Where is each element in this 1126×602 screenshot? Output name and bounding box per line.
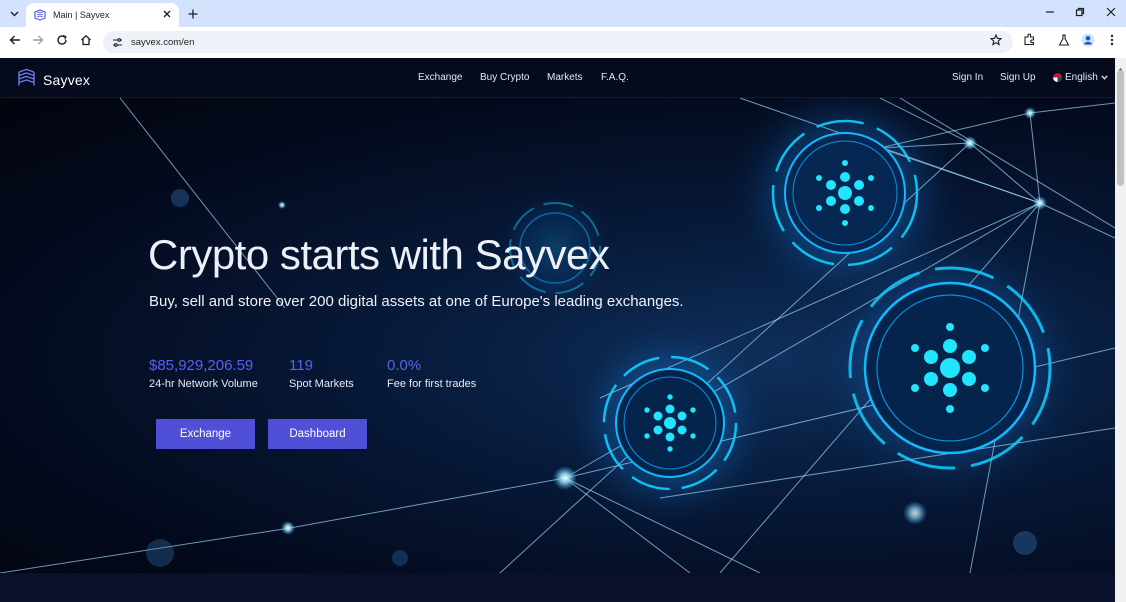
next-section-strip	[0, 573, 1115, 602]
hero-title: Crypto starts with Sayvex	[148, 231, 610, 278]
stat-label: 24-hr Network Volume	[149, 378, 258, 390]
reload-button[interactable]	[54, 34, 70, 50]
stat-value: $85,929,206.59	[149, 357, 254, 374]
new-tab-button[interactable]	[185, 6, 201, 22]
stat-fee: 0.0% Fee for first trades	[387, 357, 476, 390]
sign-in-link[interactable]: Sign In	[952, 72, 983, 83]
site-info-icon[interactable]	[110, 35, 124, 49]
exchange-button[interactable]: Exchange	[156, 419, 255, 449]
nav-buy-crypto[interactable]: Buy Crypto	[480, 72, 529, 83]
kebab-menu-icon	[1110, 33, 1114, 51]
nav-markets[interactable]: Markets	[547, 72, 583, 83]
browser-toolbar: sayvex.com/en	[0, 27, 1126, 58]
hero-network-illustration	[0, 98, 1115, 573]
stat-network-volume: $85,929,206.59 24-hr Network Volume	[149, 357, 258, 390]
minimize-button[interactable]	[1042, 5, 1058, 21]
stat-spot-markets: 119 Spot Markets	[289, 357, 354, 390]
language-label: English	[1065, 72, 1098, 83]
brand-name: Sayvex	[43, 72, 91, 88]
stat-label: Spot Markets	[289, 378, 354, 390]
close-icon	[163, 9, 171, 21]
forward-icon	[32, 33, 44, 51]
site-header: Sayvex Exchange Buy Crypto Markets F.A.Q…	[0, 58, 1115, 98]
browser-menu-button[interactable]	[1104, 34, 1120, 50]
close-window-button[interactable]	[1103, 5, 1119, 21]
labs-icon	[1058, 33, 1070, 51]
main-nav: Buy Crypto	[480, 72, 529, 83]
hero-section: Crypto starts with Sayvex Buy, sell and …	[0, 98, 1115, 573]
home-icon	[80, 33, 92, 51]
sayvex-logo-icon	[17, 68, 36, 92]
main-nav: F.A.Q.	[601, 72, 629, 83]
dashboard-button[interactable]: Dashboard	[268, 419, 367, 449]
back-icon	[9, 33, 21, 51]
main-nav: Exchange	[418, 72, 462, 83]
plus-icon	[188, 6, 198, 23]
close-tab-button[interactable]	[160, 8, 174, 22]
reload-icon	[56, 33, 68, 51]
nav-exchange[interactable]: Exchange	[418, 72, 462, 83]
chevron-down-icon	[1101, 73, 1108, 82]
brand-logo-link[interactable]: Sayvex	[17, 68, 90, 92]
profile-icon	[1081, 33, 1095, 52]
website-viewport: Crypto starts with Sayvex Buy, sell and …	[0, 58, 1115, 602]
scroll-thumb[interactable]	[1117, 70, 1124, 186]
labs-button[interactable]	[1056, 34, 1072, 50]
tab-dropdown-icon	[10, 9, 19, 20]
stat-label: Fee for first trades	[387, 378, 477, 390]
forward-button[interactable]	[30, 34, 46, 50]
restore-icon	[1075, 6, 1085, 20]
profile-button[interactable]	[1080, 33, 1096, 52]
stat-value: 119	[289, 357, 313, 374]
home-button[interactable]	[78, 34, 94, 50]
main-nav: Markets	[547, 72, 583, 83]
scroll-up-arrow-icon[interactable]	[1117, 60, 1124, 72]
star-icon	[989, 33, 1003, 51]
url-text: sayvex.com/en	[131, 36, 195, 48]
address-bar[interactable]: sayvex.com/en	[103, 31, 1013, 53]
extensions-icon	[1023, 33, 1036, 51]
page-scrollbar[interactable]	[1115, 58, 1126, 602]
browser-tab-strip: Main | Sayvex	[0, 0, 1126, 27]
restore-button[interactable]	[1072, 5, 1088, 21]
tab-search-dropdown[interactable]	[5, 5, 23, 23]
minimize-icon	[1045, 6, 1055, 20]
browser-tab-active[interactable]: Main | Sayvex	[26, 3, 179, 27]
hero-subtitle: Buy, sell and store over 200 digital ass…	[149, 293, 684, 310]
close-icon	[1106, 6, 1116, 20]
back-button[interactable]	[7, 34, 23, 50]
extensions-button[interactable]	[1021, 33, 1037, 51]
language-selector[interactable]: English	[1053, 72, 1108, 83]
bookmark-star-button[interactable]	[989, 33, 1003, 51]
sign-up-link[interactable]: Sign Up	[1000, 72, 1036, 83]
sayvex-favicon-icon	[33, 8, 47, 22]
tab-title: Main | Sayvex	[53, 10, 110, 20]
us-flag-icon	[1053, 73, 1062, 82]
stat-value: 0.0%	[387, 357, 422, 374]
nav-faq[interactable]: F.A.Q.	[601, 72, 629, 83]
